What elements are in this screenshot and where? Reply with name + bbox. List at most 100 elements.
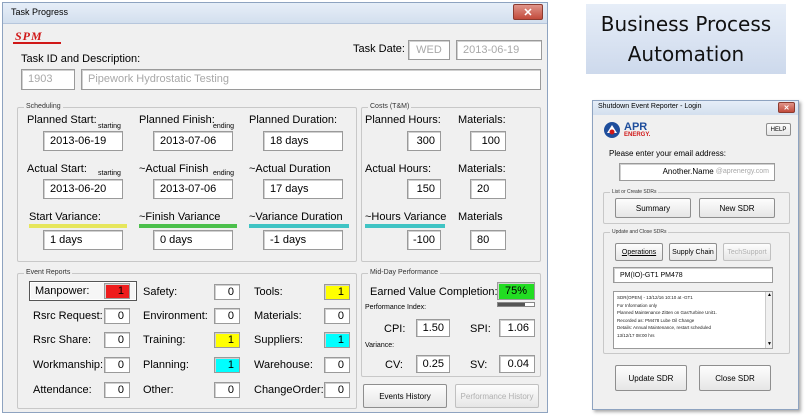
sdr-detail-line: Details: Annual Maintenance, restart sch…: [617, 325, 712, 330]
shutdown-title: Shutdown Event Reporter - Login: [598, 103, 702, 110]
planned-start-sub: starting: [98, 123, 121, 130]
evc-field: 75%: [497, 282, 535, 300]
shutdown-window: Shutdown Event Reporter - Login ✕ APR EN…: [592, 100, 799, 410]
events-history-button[interactable]: Events History: [363, 384, 447, 408]
scroll-down-icon[interactable]: ▼: [767, 341, 772, 347]
sdr-detail-box[interactable]: SDR(OPEN) - 13/12/16 10:10 at -GT1 For I…: [613, 291, 773, 349]
performance-history-button[interactable]: Performance History: [455, 384, 539, 408]
materials3-label: Materials: [458, 211, 503, 223]
variance-label: Variance:: [365, 342, 395, 349]
costs-group: Costs (T&M): [361, 103, 541, 262]
variance-duration-field: -1 days: [263, 230, 343, 250]
sdr-detail-line: Planned Maintenance Zitten on GasTurbine…: [617, 310, 717, 315]
help-button[interactable]: HELP: [766, 123, 791, 136]
planned-hours-field: 300: [407, 131, 441, 151]
planned-duration-label: Planned Duration:: [249, 114, 338, 126]
manpower-label: Manpower:: [35, 285, 90, 297]
shutdown-title-bar[interactable]: Shutdown Event Reporter - Login ✕: [593, 101, 798, 115]
midday-title: Mid-Day Performance: [368, 269, 441, 276]
materials1-field: 100: [470, 131, 506, 151]
tools-count: 1: [324, 284, 350, 300]
safety-count: 0: [214, 284, 240, 300]
cpi-label: CPI:: [384, 323, 406, 335]
other-count: 0: [214, 382, 240, 398]
hours-variance-field: -100: [407, 230, 441, 250]
hours-variance-underline: [365, 224, 445, 228]
spi-label: SPI:: [470, 323, 491, 335]
rsrc-share-label: Rsrc Share:: [33, 334, 92, 346]
planned-finish-field: 2013-07-06: [153, 131, 233, 151]
cpi-field: 1.50: [416, 319, 450, 337]
task-description-field: Pipework Hydrostatic Testing: [81, 69, 541, 90]
attendance-count: 0: [104, 382, 130, 398]
email-input[interactable]: Another.Name @aprenergy.com: [619, 163, 775, 181]
planning-count: 1: [214, 357, 240, 373]
apr-logo: APR ENERGY.: [603, 121, 663, 141]
new-sdr-button[interactable]: New SDR: [699, 198, 775, 218]
planned-finish-sub: ending: [213, 123, 235, 130]
sdr-detail-lines: SDR(OPEN) - 13/12/16 10:10 at -GT1 For I…: [617, 294, 762, 339]
changeorder-label: ChangeOrder:: [254, 384, 324, 396]
update-sdr-button[interactable]: Update SDR: [615, 365, 687, 391]
close-icon: ✕: [523, 6, 533, 19]
spi-field: 1.06: [499, 319, 535, 337]
materials-events-label: Materials:: [254, 310, 302, 322]
operations-button[interactable]: Operations: [615, 243, 663, 261]
warehouse-label: Warehouse:: [254, 359, 313, 371]
actual-finish-field: 2013-07-06: [153, 179, 233, 199]
sdr-detail-line: 13/12/17 08:00 hrs: [617, 332, 655, 338]
costs-title: Costs (T&M): [368, 103, 412, 110]
sdr-select[interactable]: PM(IO)-GT1 PM478: [613, 267, 773, 283]
manpower-count: 1: [104, 283, 130, 299]
planned-hours-label: Planned Hours:: [365, 114, 441, 126]
attendance-label: Attendance:: [33, 384, 92, 396]
start-variance-underline: [29, 224, 127, 228]
other-label: Other:: [143, 384, 174, 396]
spm-logo: SPM: [13, 29, 63, 45]
spm-logo-swoosh: [13, 42, 61, 44]
sdr-scrollbar[interactable]: ▲ ▼: [765, 292, 772, 348]
window-title: Task Progress: [11, 7, 69, 17]
summary-button[interactable]: Summary: [615, 198, 691, 218]
training-count: 1: [214, 332, 240, 348]
close-icon: ✕: [783, 104, 790, 112]
actual-start-label: Actual Start:: [27, 163, 87, 175]
workmanship-label: Workmanship:: [33, 359, 104, 371]
rsrc-request-count: 0: [104, 308, 130, 324]
apr-logo-subtext: ENERGY.: [624, 132, 651, 138]
materials3-field: 80: [470, 230, 506, 250]
environment-count: 0: [214, 308, 240, 324]
close-sdr-button[interactable]: Close SDR: [699, 365, 771, 391]
event-reports-title: Event Reports: [24, 269, 73, 276]
evc-label: Earned Value Completion:: [370, 286, 498, 298]
close-button[interactable]: ✕: [513, 4, 543, 20]
sv-field: 0.04: [499, 355, 535, 373]
title-bar[interactable]: Task Progress ✕: [3, 3, 547, 24]
hours-variance-label: ~Hours Variance: [365, 211, 447, 223]
finish-variance-label: ~Finish Variance: [139, 211, 221, 223]
techsupport-button[interactable]: TechSupport: [723, 243, 771, 261]
supply-chain-button[interactable]: Supply Chain: [669, 243, 717, 261]
email-domain: @aprenergy.com: [715, 168, 769, 175]
scroll-up-icon[interactable]: ▲: [767, 292, 772, 298]
actual-start-sub: starting: [98, 170, 121, 177]
update-close-title: Update and Close SDRs: [610, 229, 669, 235]
actual-finish-label: ~Actual Finish: [139, 163, 209, 175]
task-day-field: WED: [408, 40, 450, 60]
environment-label: Environment:: [143, 310, 208, 322]
rsrc-share-count: 0: [104, 332, 130, 348]
finish-variance-field: 0 days: [153, 230, 233, 250]
actual-hours-label: Actual Hours:: [365, 163, 432, 175]
tools-label: Tools:: [254, 286, 283, 298]
safety-label: Safety:: [143, 286, 178, 298]
planned-start-label: Planned Start:: [27, 114, 97, 126]
suppliers-count: 1: [324, 332, 350, 348]
warehouse-count: 0: [324, 357, 350, 373]
finish-variance-underline: [139, 224, 237, 228]
changeorder-count: 0: [324, 382, 350, 398]
shutdown-close-button[interactable]: ✕: [778, 102, 795, 113]
email-value: Another.Name: [662, 167, 714, 176]
actual-finish-sub: ending: [213, 170, 235, 177]
banner-line1: Business Process: [600, 12, 772, 36]
workmanship-count: 0: [104, 357, 130, 373]
